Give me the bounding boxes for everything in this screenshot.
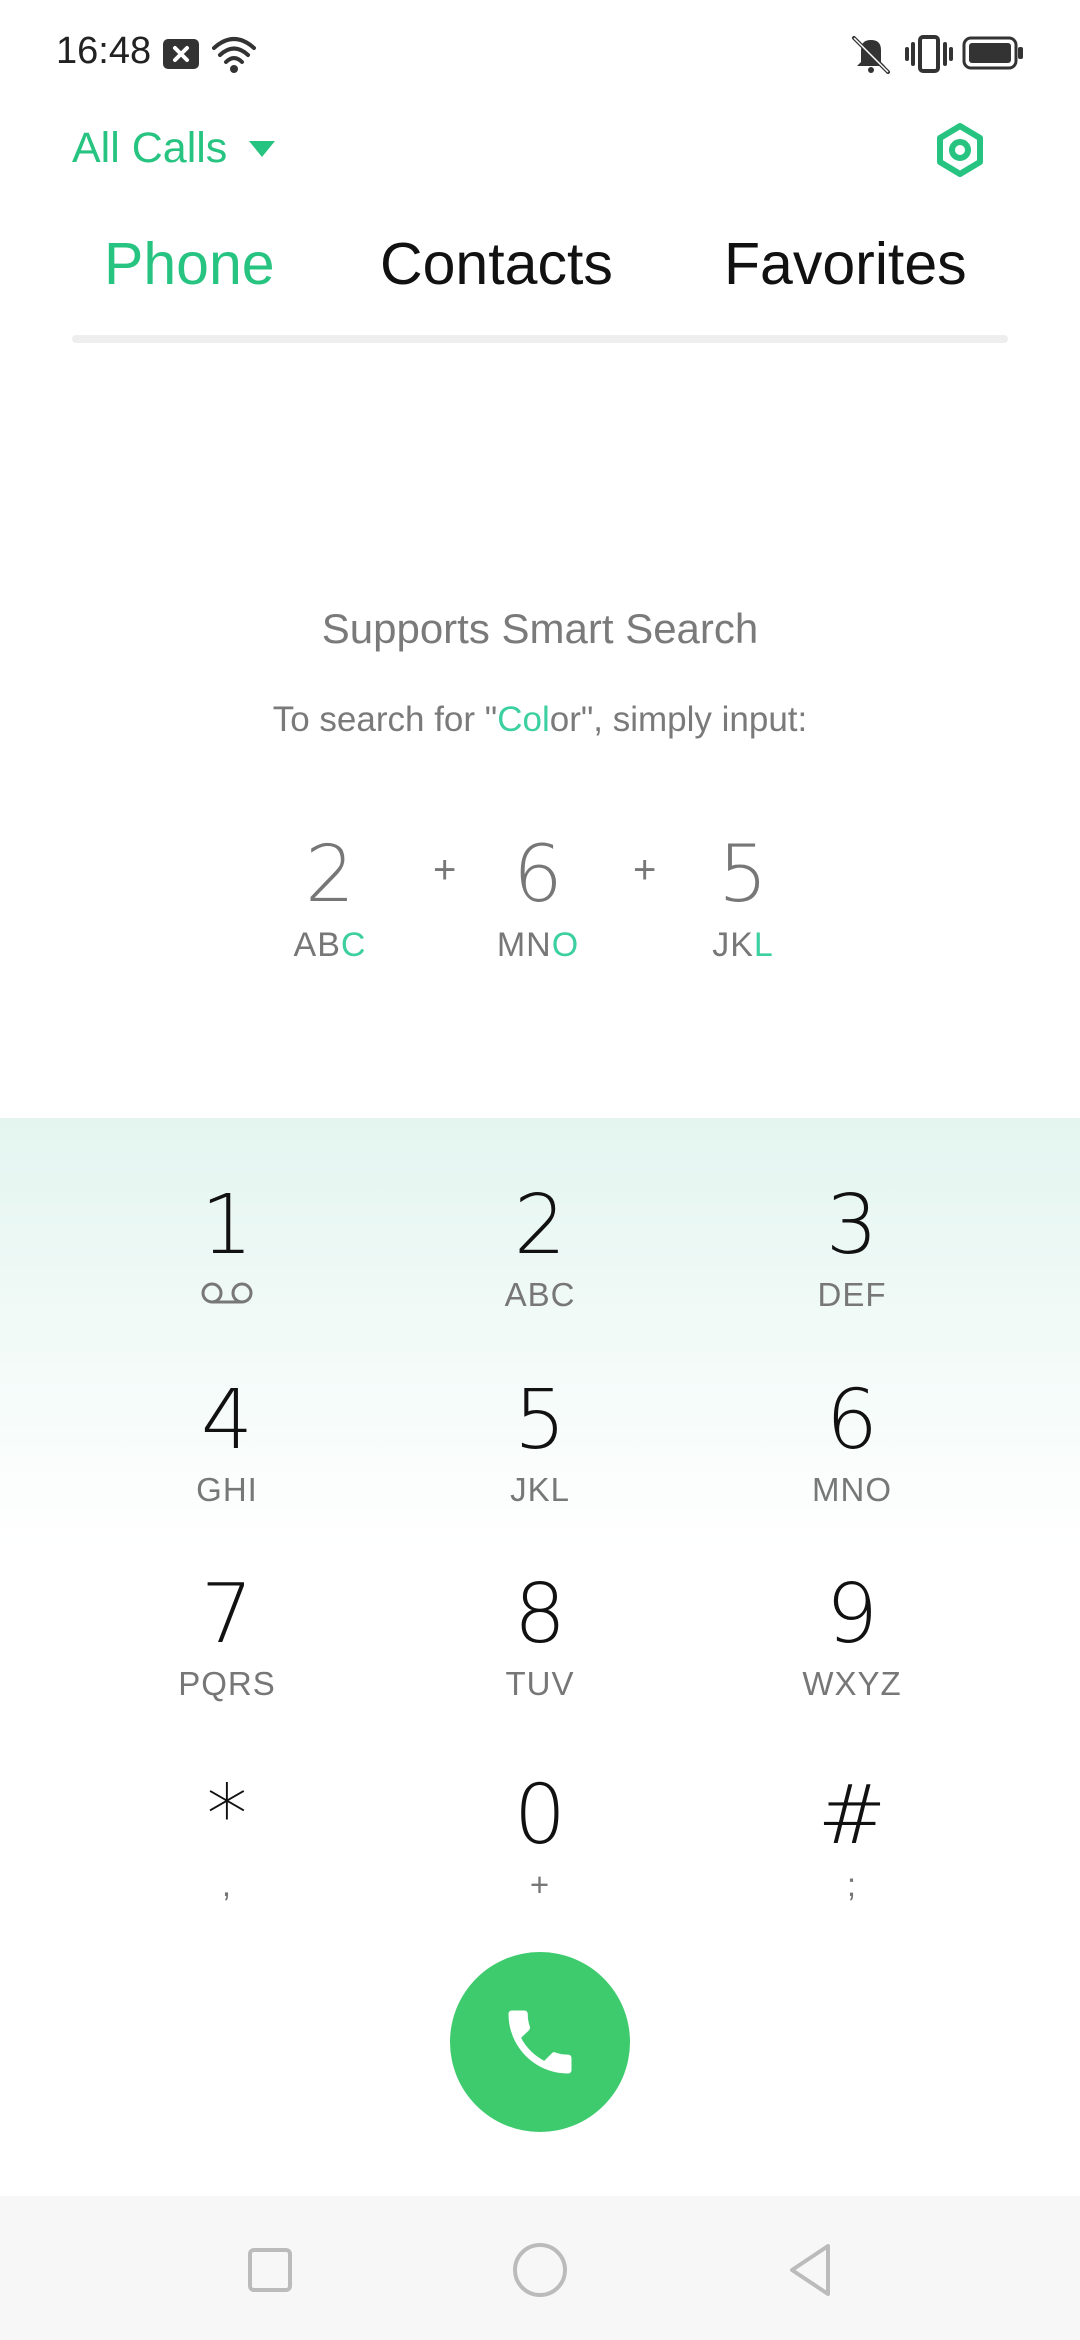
all-calls-filter[interactable]: All Calls — [72, 124, 276, 173]
hint-rest: or — [549, 700, 581, 739]
smart-search-title: Supports Smart Search — [321, 605, 759, 652]
key-digit: 0 — [513, 1768, 567, 1863]
dial-key-5[interactable]: 5 JKL — [410, 1373, 670, 1543]
wifi-icon — [212, 37, 256, 73]
vibrate-off-icon — [852, 36, 890, 74]
key-letters: PQRS — [178, 1665, 276, 1702]
key-digit: 5 — [513, 1373, 567, 1468]
key-letters: WXYZ — [802, 1665, 902, 1702]
dial-key-7[interactable]: 7 PQRS — [97, 1567, 357, 1737]
key-letters — [97, 1276, 357, 1316]
home-circle-icon[interactable] — [510, 2240, 570, 2300]
dial-key-hash[interactable]: # ; — [722, 1768, 982, 1938]
example-letters: MNO — [496, 926, 580, 964]
recents-square-icon[interactable] — [240, 2240, 300, 2300]
status-time: 16:48 — [56, 30, 152, 72]
tab-underline — [72, 335, 1008, 343]
key-digit: 7 — [200, 1567, 254, 1662]
key-letters: + — [529, 1866, 551, 1903]
dial-key-9[interactable]: 9 WXYZ — [722, 1567, 982, 1737]
caret-down-icon — [249, 140, 276, 157]
settings-icon[interactable] — [932, 122, 988, 178]
tab-contacts[interactable]: Contacts — [380, 230, 613, 298]
key-letters: ; — [846, 1866, 858, 1903]
key-digit: # — [817, 1768, 887, 1863]
example-key-6: 6 MNO — [488, 830, 588, 965]
key-digit: 2 — [513, 1178, 567, 1273]
plus-sign: + — [633, 848, 657, 892]
key-letters: ABC — [504, 1276, 576, 1313]
dial-key-0[interactable]: 0 + — [410, 1768, 670, 1938]
key-digit: 3 — [825, 1178, 879, 1273]
dial-key-6[interactable]: 6 MNO — [722, 1373, 982, 1543]
phone-icon — [508, 2010, 572, 2074]
key-digit: 4 — [200, 1373, 254, 1468]
voicemail-icon — [201, 1282, 253, 1304]
example-key-5: 5 JKL — [693, 830, 793, 965]
hint-prefix: To search for " — [272, 700, 498, 739]
plus-sign: + — [433, 848, 457, 892]
key-letters: JKL — [510, 1471, 570, 1508]
key-letters: GHI — [196, 1471, 258, 1508]
all-calls-label: All Calls — [72, 124, 228, 172]
header: All Calls — [0, 110, 1080, 220]
key-letters: MNO — [812, 1471, 892, 1508]
battery-icon — [962, 36, 1023, 70]
call-button[interactable] — [450, 1952, 630, 2132]
dial-key-4[interactable]: 4 GHI — [97, 1373, 357, 1543]
dial-key-8[interactable]: 8 TUV — [410, 1567, 670, 1737]
key-letters: DEF — [817, 1276, 887, 1313]
back-triangle-icon[interactable] — [780, 2240, 840, 2300]
example-digit: 5 — [718, 830, 768, 920]
status-bar: 16:48 — [0, 0, 1080, 110]
example-digit: 2 — [305, 830, 355, 920]
key-digit: 8 — [513, 1567, 567, 1662]
key-letters: TUV — [505, 1665, 575, 1702]
key-letters: , — [221, 1866, 233, 1903]
tab-bar: Phone Contacts Favorites — [72, 230, 1008, 342]
tab-phone[interactable]: Phone — [104, 230, 275, 298]
dial-key-2[interactable]: 2 ABC — [410, 1178, 670, 1348]
key-digit: * — [206, 1768, 248, 1863]
smart-search-subtitle: To search for "Color", simply input: — [0, 700, 1080, 740]
tab-favorites[interactable]: Favorites — [724, 230, 967, 298]
dial-key-3[interactable]: 3 DEF — [722, 1178, 982, 1348]
dial-key-star[interactable]: * , — [97, 1768, 357, 1938]
dial-key-1[interactable]: 1 — [97, 1178, 357, 1348]
key-digit: 1 — [200, 1178, 254, 1273]
key-digit: 9 — [825, 1567, 879, 1662]
key-digit: 6 — [825, 1373, 879, 1468]
navigation-bar — [0, 2196, 1080, 2340]
hint-highlight: Col — [497, 700, 550, 739]
example-digit: 6 — [513, 830, 563, 920]
notification-x-icon — [163, 39, 199, 69]
hint-suffix: ", simply input: — [580, 700, 808, 739]
example-key-2: 2 ABC — [280, 830, 380, 965]
example-letters: ABC — [293, 926, 367, 964]
example-letters: JKL — [712, 926, 774, 964]
vibrate-icon — [905, 35, 953, 73]
